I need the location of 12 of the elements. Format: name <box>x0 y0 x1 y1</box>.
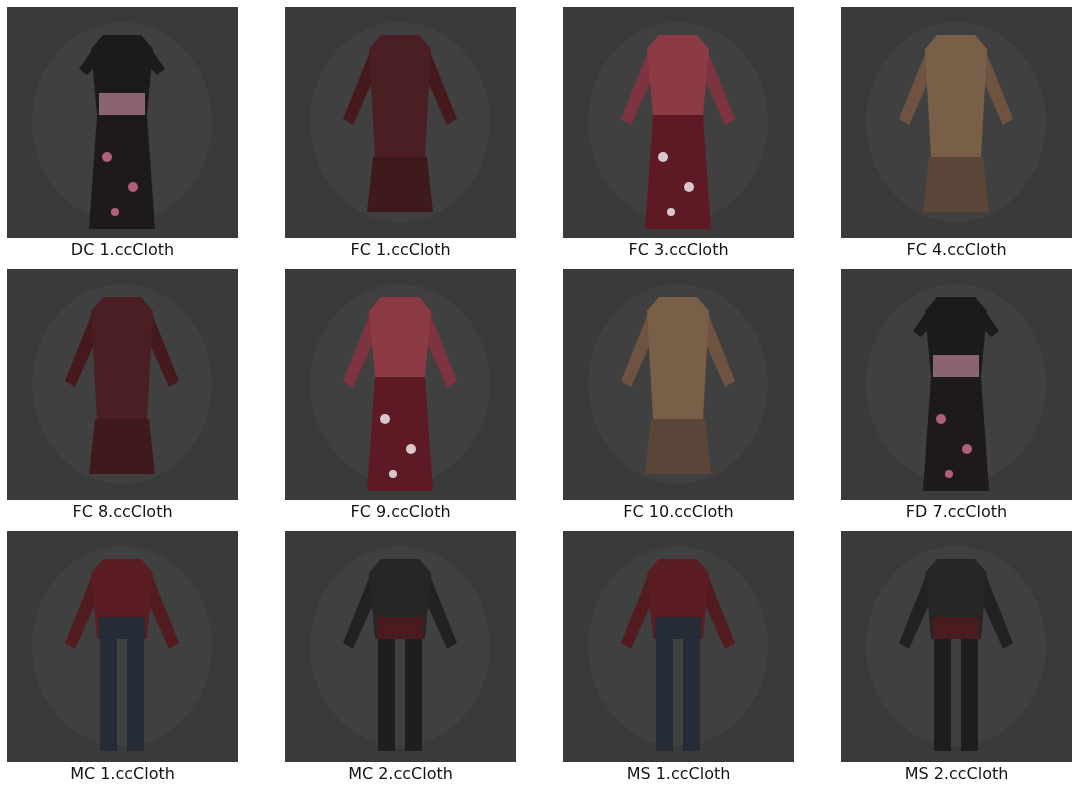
file-name: FC 1.ccCloth <box>350 240 451 259</box>
file-name: MS 2.ccCloth <box>904 764 1009 783</box>
file-name: MC 1.ccCloth <box>70 764 175 783</box>
file-name: MC 2.ccCloth <box>348 764 453 783</box>
file-name: MS 1.ccCloth <box>626 764 731 783</box>
file-name: FC 4.ccCloth <box>906 240 1007 259</box>
file-name: FC 9.ccCloth <box>350 502 451 521</box>
file-name: FD 7.ccCloth <box>905 502 1008 521</box>
file-name: FC 8.ccCloth <box>72 502 173 521</box>
file-name: FC 3.ccCloth <box>628 240 729 259</box>
file-name: DC 1.ccCloth <box>70 240 175 259</box>
file-name: FC 10.ccCloth <box>623 502 734 521</box>
